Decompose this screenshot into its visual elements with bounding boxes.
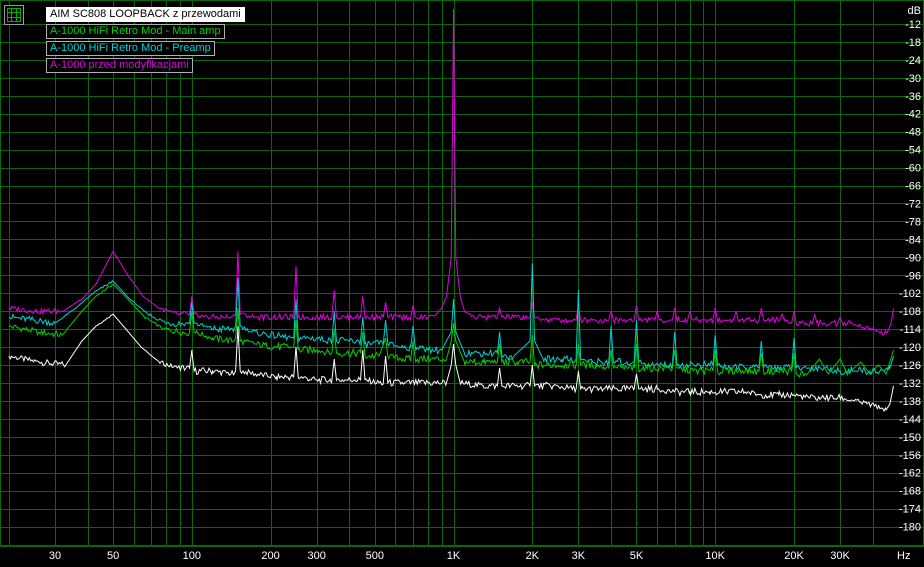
x-tick-label: 200: [261, 550, 279, 562]
grid-icon: [7, 8, 21, 22]
y-tick-label: -108: [899, 306, 921, 318]
x-tick-label: 30K: [830, 550, 850, 562]
x-tick-label: 2K: [526, 550, 540, 562]
legend: AIM SC808 LOOPBACK z przewodami A-1000 H…: [46, 7, 245, 73]
y-tick-label: -138: [899, 396, 921, 408]
legend-label: A-1000 HiFi Retro Mod - Main amp: [50, 25, 221, 37]
legend-item-przed-mod[interactable]: A-1000 przed modyfikacjami: [46, 58, 193, 73]
y-tick-label: -120: [899, 342, 921, 354]
x-tick-label: 3K: [572, 550, 586, 562]
y-tick-label: -90: [905, 252, 921, 264]
y-tick-label: -30: [905, 73, 921, 85]
legend-label: A-1000 HiFi Retro Mod - Preamp: [50, 42, 211, 54]
y-tick-label: -132: [899, 378, 921, 390]
x-tick-label: 5K: [630, 550, 644, 562]
y-tick-label: -72: [905, 198, 921, 210]
y-tick-label: -84: [905, 234, 921, 246]
y-tick-label: -96: [905, 270, 921, 282]
y-tick-label: -102: [899, 288, 921, 300]
y-tick-label: -48: [905, 127, 921, 139]
y-tick-label: -54: [905, 145, 921, 157]
x-tick-label: 50: [107, 550, 119, 562]
y-tick-label: -144: [899, 414, 921, 426]
x-tick-label: 20K: [784, 550, 804, 562]
y-tick-label: -24: [905, 55, 921, 67]
y-tick-label: -156: [899, 450, 921, 462]
x-tick-label: 1K: [447, 550, 461, 562]
x-tick-label: 100: [183, 550, 201, 562]
spectrum-analyzer-window: 30 50 100 200 300 500 1K 2K 3K 5K 10K 20K 30K Hz dB -12…: [0, 0, 924, 567]
x-tick-label: 10K: [705, 550, 725, 562]
y-tick-label: -60: [905, 163, 921, 175]
y-tick-label: -12: [905, 19, 921, 31]
y-tick-label: -150: [899, 432, 921, 444]
y-tick-label: -162: [899, 468, 921, 480]
y-tick-label: -168: [899, 486, 921, 498]
chart-background: [0, 0, 924, 567]
legend-item-loopback[interactable]: AIM SC808 LOOPBACK z przewodami: [46, 7, 245, 22]
legend-item-main-amp[interactable]: A-1000 HiFi Retro Mod - Main amp: [46, 24, 225, 39]
x-tick-label: 300: [308, 550, 326, 562]
y-tick-label: -66: [905, 181, 921, 193]
legend-label: A-1000 przed modyfikacjami: [50, 59, 189, 71]
x-tick-label: 30: [49, 550, 61, 562]
y-tick-label: -174: [899, 504, 921, 516]
x-axis-unit-label: Hz: [897, 550, 910, 562]
legend-item-preamp[interactable]: A-1000 HiFi Retro Mod - Preamp: [46, 41, 215, 56]
grid-toolbar-button[interactable]: [4, 5, 24, 25]
y-tick-label: -42: [905, 109, 921, 121]
spectrum-chart: 30 50 100 200 300 500 1K 2K 3K 5K 10K 20K 30K Hz dB -12…: [0, 0, 924, 567]
x-tick-label: 500: [366, 550, 384, 562]
y-tick-label: -180: [899, 522, 921, 534]
y-axis-unit-label: dB: [908, 5, 921, 17]
y-tick-label: -18: [905, 37, 921, 49]
y-tick-label: -36: [905, 91, 921, 103]
y-tick-label: -126: [899, 360, 921, 372]
legend-label: AIM SC808 LOOPBACK z przewodami: [50, 8, 241, 20]
y-tick-label: -78: [905, 216, 921, 228]
y-tick-label: -114: [900, 324, 921, 336]
